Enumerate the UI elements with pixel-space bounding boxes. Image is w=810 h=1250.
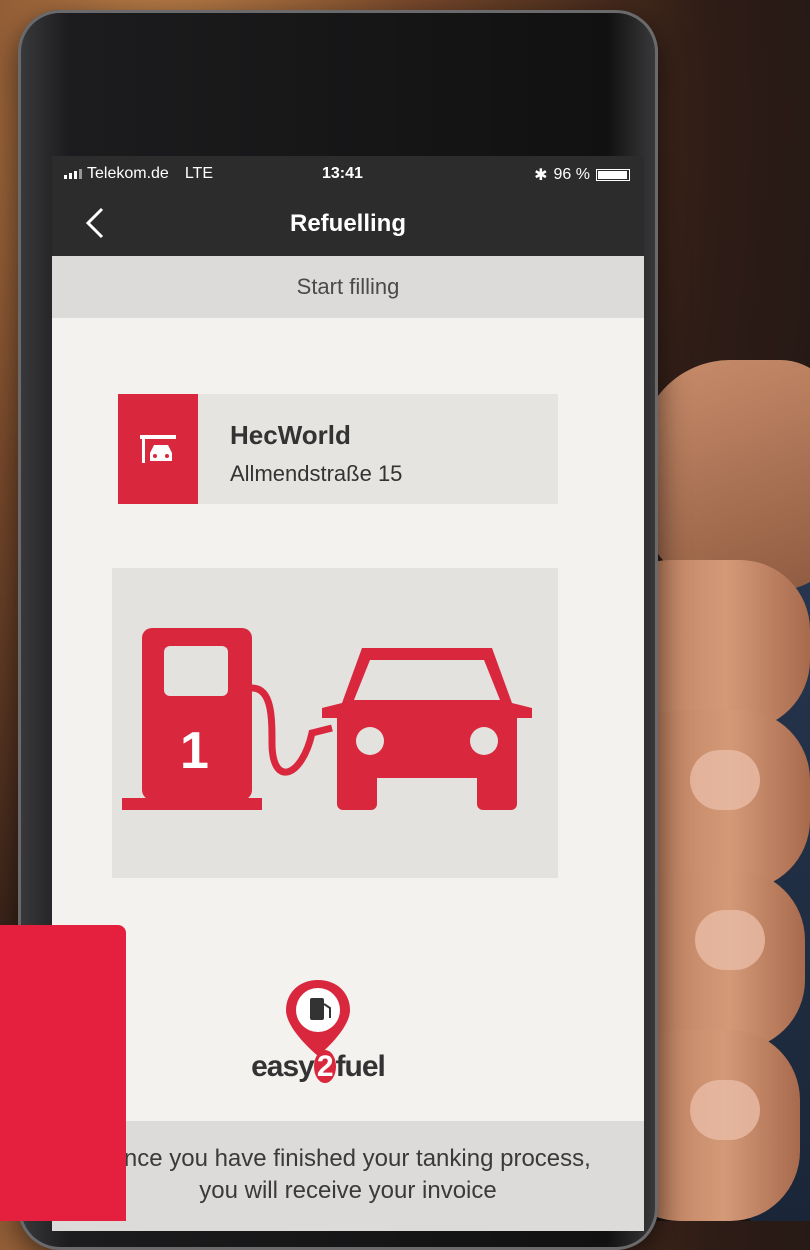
battery-icon bbox=[596, 169, 630, 181]
station-name: HecWorld bbox=[230, 420, 351, 450]
step-label: Start filling bbox=[296, 274, 400, 299]
page-title: Refuelling bbox=[289, 210, 406, 237]
logo-text-digit: 2 bbox=[313, 1050, 336, 1083]
bluetooth-icon: ✱ bbox=[534, 167, 548, 184]
network-label: LTE bbox=[184, 165, 213, 182]
easy2fuel-logo: easy 2 fuel bbox=[238, 976, 398, 1096]
red-overlay-panel bbox=[0, 925, 126, 1221]
chevron-left-icon[interactable] bbox=[82, 206, 112, 240]
battery-percent: 96 % bbox=[553, 166, 590, 183]
signal-icon bbox=[64, 169, 82, 179]
hand-thumb bbox=[640, 360, 810, 590]
step-header: Start filling bbox=[52, 256, 644, 318]
navigation-bar: Refuelling bbox=[52, 192, 644, 256]
station-address: Allmendstraße 15 bbox=[230, 461, 403, 486]
logo-text-easy: easy bbox=[251, 1050, 315, 1083]
pump-number: 1 bbox=[180, 722, 209, 780]
gas-station-icon bbox=[118, 394, 198, 504]
station-card[interactable]: HecWorld Allmendstraße 15 bbox=[118, 394, 558, 504]
pump-and-car-icon: 1 bbox=[122, 628, 532, 810]
clock: 13:41 bbox=[322, 165, 363, 182]
invoice-notice: Once you have finished your tanking proc… bbox=[52, 1121, 644, 1231]
logo-text-fuel: fuel bbox=[335, 1050, 386, 1083]
status-bar: Telekom.de LTE 13:41 ✱ 96 % bbox=[52, 156, 644, 192]
notice-line-2: you will receive your invoice bbox=[199, 1177, 497, 1204]
phone-screen: Telekom.de LTE 13:41 ✱ 96 % Refuelling S… bbox=[52, 156, 644, 1231]
carrier-label: Telekom.de bbox=[87, 165, 169, 182]
refuelling-illustration: 1 bbox=[112, 568, 558, 878]
notice-line-1: Once you have finished your tanking proc… bbox=[105, 1145, 591, 1172]
